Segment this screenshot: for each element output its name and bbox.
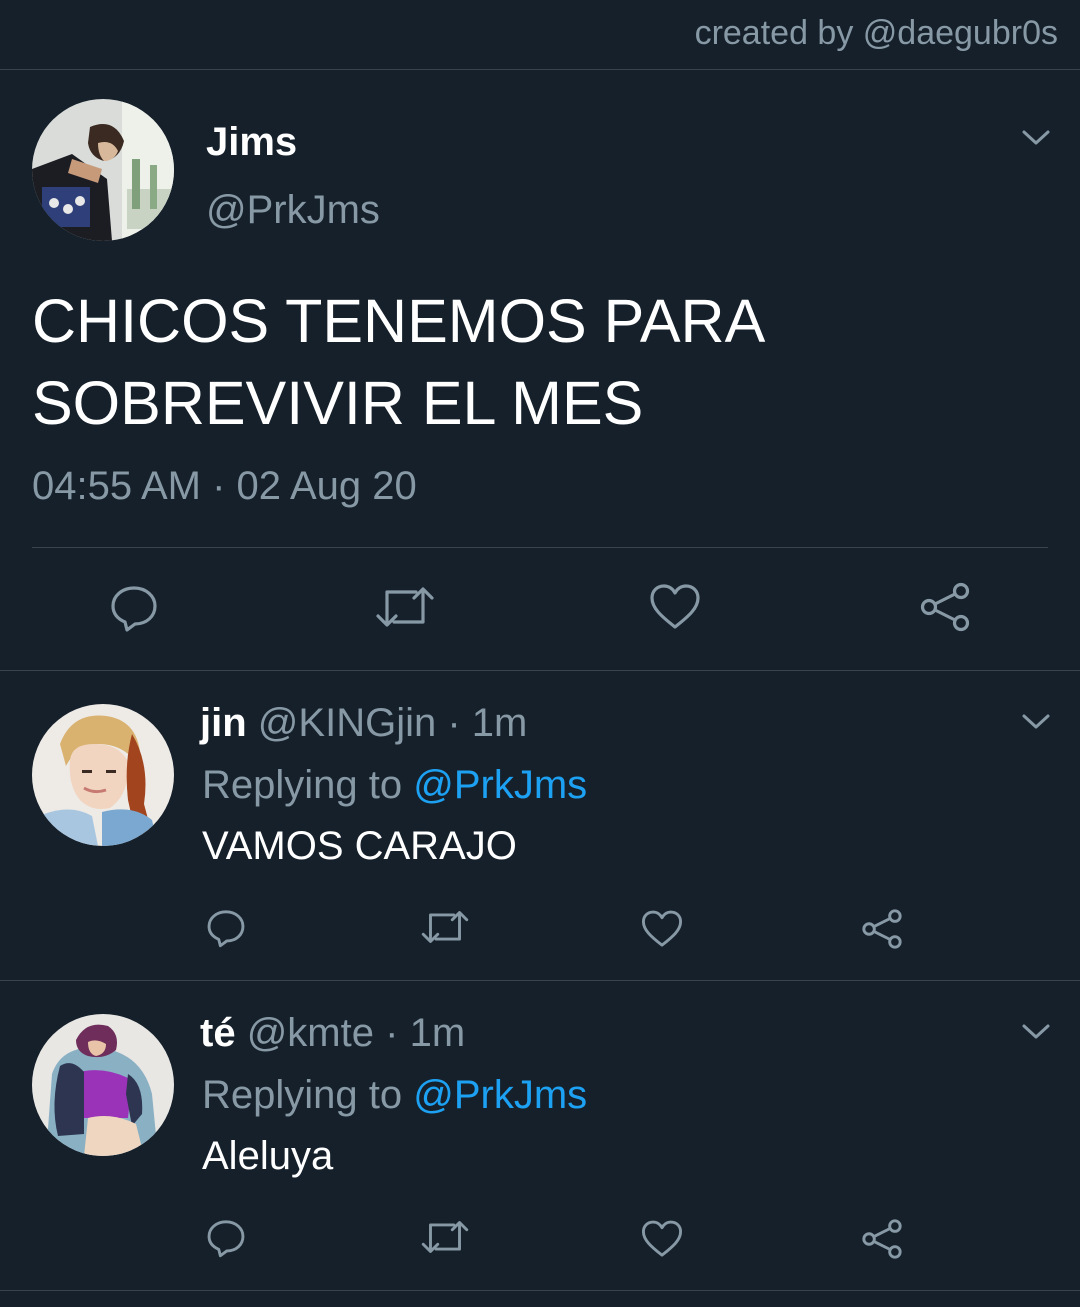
reply-2-reply-button[interactable] [205, 1217, 247, 1259]
main-tweet-timestamp[interactable]: 04:55 AM · 02 Aug 20 [32, 464, 417, 509]
share-icon [862, 1219, 902, 1259]
user-avatar-jin-icon [32, 704, 174, 846]
main-like-button[interactable] [649, 583, 701, 631]
main-tweet-divider [0, 670, 1080, 671]
reply-icon [207, 910, 245, 948]
like-icon [641, 1220, 683, 1257]
reply-author-handle[interactable]: @KINGjin [258, 701, 436, 745]
reply-2-header: té @kmte · 1m [200, 1011, 465, 1056]
main-share-button[interactable] [919, 581, 971, 633]
chevron-down-icon [1022, 1024, 1050, 1039]
chevron-down-icon [1022, 130, 1050, 145]
reply-2-menu-button[interactable] [1021, 1022, 1051, 1042]
reply-1-reply-button[interactable] [205, 907, 247, 949]
reply-1-share-button[interactable] [861, 908, 903, 950]
reply-2-text: Aleluya [202, 1134, 334, 1178]
reply-1-menu-button[interactable] [1021, 712, 1051, 732]
main-reply-button[interactable] [108, 582, 160, 634]
main-tweet-avatar[interactable] [32, 99, 174, 241]
reply-1-like-button[interactable] [641, 909, 683, 949]
main-tweet-author-handle[interactable]: @PrkJms [206, 188, 380, 233]
user-avatar-jims-icon [32, 99, 174, 241]
reply-separator: · [447, 701, 461, 745]
reply-author-handle[interactable]: @kmte [247, 1011, 374, 1055]
main-retweet-button[interactable] [374, 584, 436, 630]
share-icon [920, 582, 970, 632]
reply-1-replying-to: Replying to @PrkJms [202, 763, 587, 808]
reply-2-retweet-button[interactable] [420, 1218, 470, 1256]
user-avatar-te-icon [32, 1014, 174, 1156]
reply-author-name[interactable]: jin [200, 701, 247, 745]
header-divider [0, 69, 1080, 70]
retweet-icon [421, 1221, 469, 1253]
reply-1-divider [0, 980, 1080, 981]
reply-2-replying-to: Replying to @PrkJms [202, 1073, 587, 1118]
retweet-icon [421, 911, 469, 943]
reply-2-avatar[interactable] [32, 1014, 174, 1156]
reply-icon [111, 586, 157, 632]
main-tweet-menu-button[interactable] [1021, 128, 1051, 148]
replying-to-mention-link[interactable]: @PrkJms [413, 1073, 587, 1117]
share-icon [862, 909, 902, 949]
reply-icon [207, 1220, 245, 1258]
reply-time[interactable]: 1m [472, 701, 528, 745]
like-icon [641, 910, 683, 947]
replying-to-mention-link[interactable]: @PrkJms [413, 763, 587, 807]
reply-1-retweet-button[interactable] [420, 908, 470, 946]
main-tweet-author-name[interactable]: Jims [206, 120, 297, 165]
main-tweet-inner-divider [32, 547, 1048, 548]
reply-1-avatar[interactable] [32, 704, 174, 846]
main-tweet-text: CHICOS TENEMOS PARA SOBREVIVIR EL MES [32, 287, 762, 437]
replying-to-label: Replying to [202, 763, 403, 807]
reply-1-header: jin @KINGjin · 1m [200, 701, 527, 746]
like-icon [650, 584, 700, 629]
reply-2-share-button[interactable] [861, 1218, 903, 1260]
reply-author-name[interactable]: té [200, 1011, 236, 1055]
chevron-down-icon [1022, 714, 1050, 729]
reply-time[interactable]: 1m [410, 1011, 466, 1055]
credit-text: created by @daegubr0s [694, 14, 1058, 52]
reply-2-divider [0, 1290, 1080, 1291]
reply-1-text: VAMOS CARAJO [202, 824, 517, 868]
retweet-icon [376, 587, 434, 627]
reply-separator: · [385, 1011, 399, 1055]
replying-to-label: Replying to [202, 1073, 403, 1117]
reply-2-like-button[interactable] [641, 1219, 683, 1259]
